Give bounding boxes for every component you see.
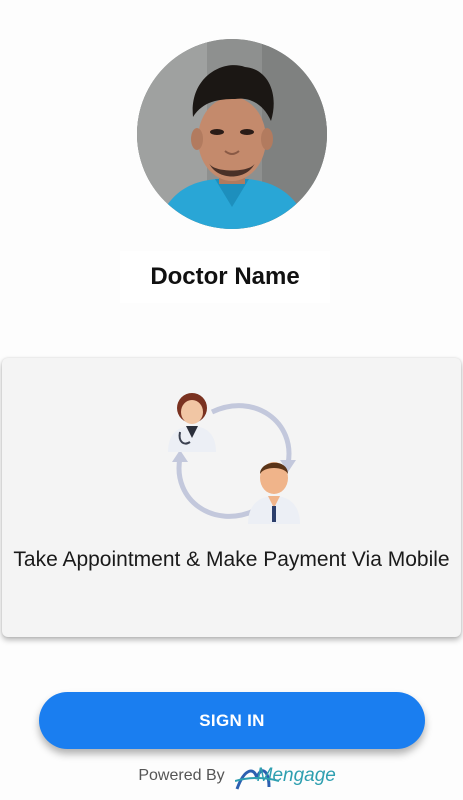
- doctor-patient-cycle-icon: [164, 392, 304, 524]
- brand-name: Mengage: [256, 765, 336, 786]
- feature-card: Take Appointment & Make Payment Via Mobi…: [2, 358, 461, 637]
- powered-by-label: Powered By: [138, 767, 225, 784]
- feature-description: Take Appointment & Make Payment Via Mobi…: [13, 548, 450, 571]
- footer: Powered By Mengage: [0, 757, 463, 795]
- avatar: [137, 39, 327, 229]
- mengage-logo: Mengage: [234, 759, 336, 793]
- sign-in-button[interactable]: SIGN IN: [39, 692, 425, 749]
- doctor-name: Doctor Name: [120, 251, 330, 303]
- profile-photo: [137, 39, 327, 229]
